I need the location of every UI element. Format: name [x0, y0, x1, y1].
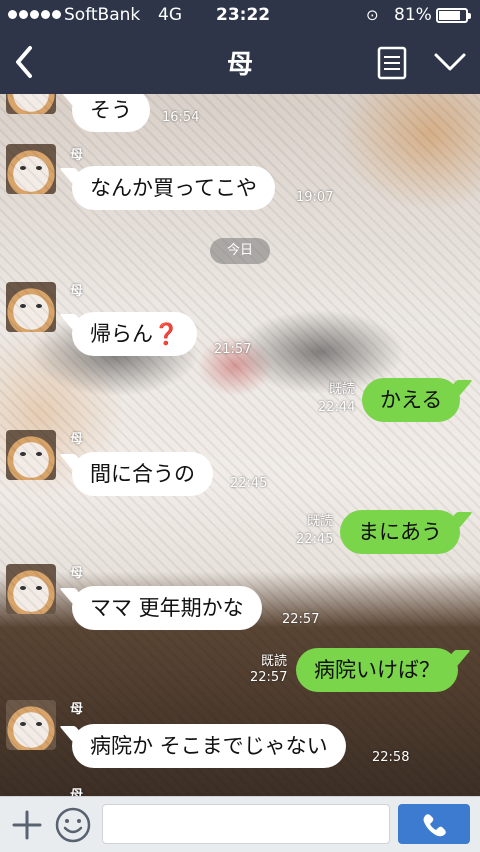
message-bubble[interactable]: 病院か そこまでじゃない: [72, 724, 346, 768]
notes-button[interactable]: [376, 45, 408, 81]
message-text: 病院か そこまでじゃない: [90, 734, 328, 758]
message-text: ママ 更年期かな: [90, 596, 244, 620]
call-button[interactable]: [398, 804, 470, 844]
attach-button[interactable]: [10, 808, 44, 842]
chat-header: 母: [0, 30, 480, 94]
sender-name: 母: [70, 788, 84, 796]
message-text: そう: [90, 98, 132, 122]
message-bubble[interactable]: かえる: [362, 378, 461, 422]
avatar[interactable]: [6, 94, 56, 114]
notes-icon: [377, 46, 407, 80]
sender-name: 母: [70, 148, 84, 163]
message-input[interactable]: [102, 804, 390, 844]
message-text: 帰らん: [90, 322, 153, 346]
message-time: 22:58: [372, 750, 410, 765]
message-time: 22:45: [296, 532, 334, 547]
sender-name: 母: [70, 432, 84, 447]
message-bubble[interactable]: 間に合うの: [72, 452, 213, 496]
message-time: 22:44: [318, 400, 356, 415]
phone-icon: [423, 814, 446, 837]
rotation-lock-icon: ⊙: [366, 6, 379, 24]
date-separator: 今日: [210, 238, 270, 264]
message-time: 22:45: [230, 476, 268, 491]
message-bubble[interactable]: なんか買ってこや: [72, 166, 275, 210]
chat-title: 母: [226, 50, 253, 80]
avatar[interactable]: [6, 564, 56, 614]
plus-icon: [12, 810, 42, 840]
message-time: 21:57: [214, 342, 252, 357]
battery-percent: 81%: [394, 5, 432, 25]
avatar[interactable]: [6, 282, 56, 332]
message-text: まにあう: [358, 520, 442, 544]
message-bubble[interactable]: ママ 更年期かな: [72, 586, 262, 630]
network-type: 4G: [158, 5, 182, 25]
avatar[interactable]: [6, 144, 56, 194]
menu-button[interactable]: [432, 44, 468, 80]
avatar[interactable]: [6, 430, 56, 480]
sticker-button[interactable]: [54, 806, 92, 844]
message-time: 19:07: [296, 190, 334, 205]
signal-strength-icon: [8, 10, 61, 19]
read-receipt: 既読: [260, 654, 287, 669]
message-list[interactable]: そう 16:54 母 なんか買ってこや 19:07 今日 母 帰らん❓ 21:5…: [0, 94, 480, 796]
message-time: 22:57: [282, 612, 320, 627]
message-time: 16:54: [162, 110, 200, 125]
message-bubble[interactable]: そう: [72, 94, 150, 132]
message-bubble[interactable]: 病院いけば？: [296, 648, 458, 692]
message-bubble[interactable]: まにあう: [340, 510, 460, 554]
avatar[interactable]: [6, 700, 56, 750]
read-receipt: 既読: [306, 514, 333, 529]
message-composer: [0, 796, 480, 852]
smiley-icon: [55, 807, 91, 843]
status-bar: SoftBank 4G 23:22 ⊙ 81%: [0, 0, 480, 30]
message-time: 22:57: [250, 670, 288, 685]
question-emoji: ❓: [153, 322, 180, 346]
chevron-down-icon: [434, 53, 466, 71]
sender-name: 母: [70, 702, 84, 717]
message-bubble[interactable]: 帰らん❓: [72, 312, 198, 356]
carrier-name: SoftBank: [64, 5, 141, 25]
message-text: かえる: [380, 388, 443, 412]
clock: 23:22: [216, 5, 271, 25]
message-text: 病院いけば？: [314, 658, 440, 682]
battery-icon: [436, 8, 471, 23]
sender-name: 母: [70, 284, 84, 299]
message-text: なんか買ってこや: [90, 176, 257, 200]
sender-name: 母: [70, 566, 84, 581]
read-receipt: 既読: [328, 382, 355, 397]
message-text: 間に合うの: [90, 462, 195, 486]
